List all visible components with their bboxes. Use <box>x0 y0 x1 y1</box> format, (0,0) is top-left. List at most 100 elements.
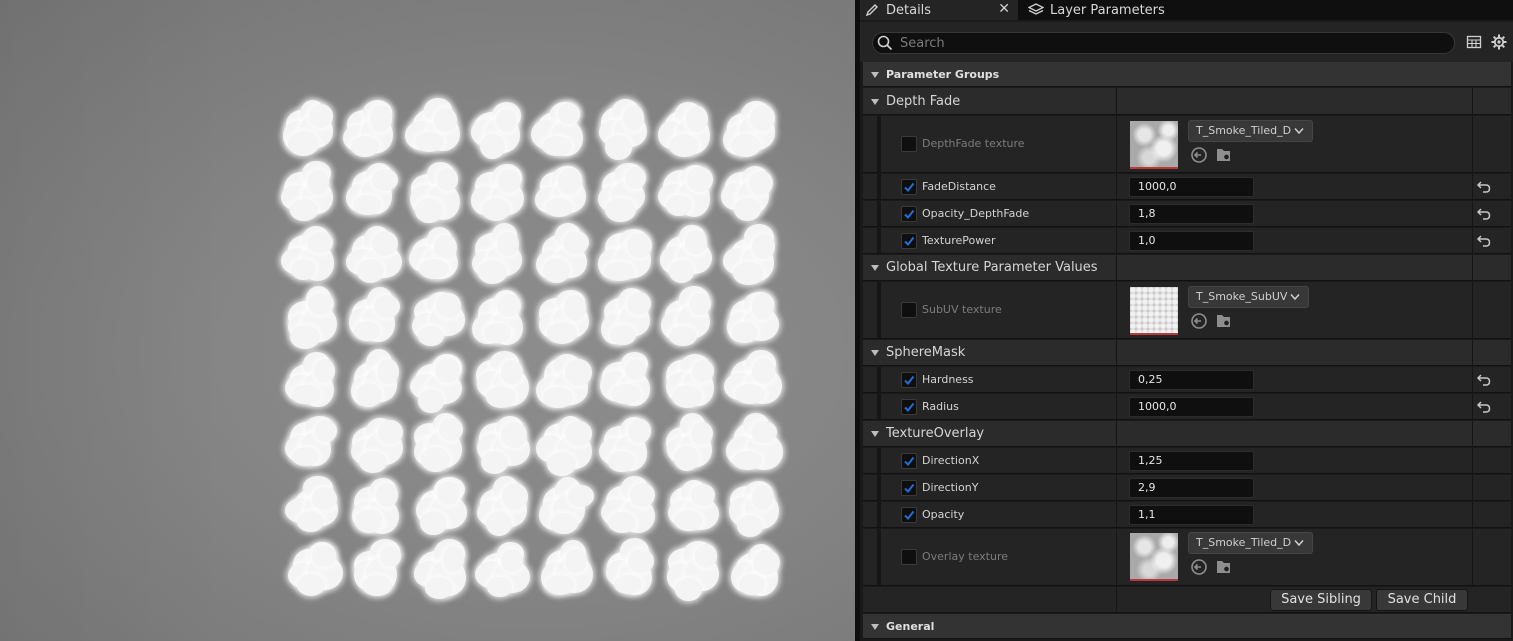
reset-to-default-icon[interactable] <box>1477 208 1491 220</box>
param-radius: Radius 1000,0 <box>863 394 1511 420</box>
reset-to-default-icon[interactable] <box>1477 181 1491 193</box>
caret-down-icon[interactable] <box>870 622 880 632</box>
viewport-shading <box>0 0 240 641</box>
group-global-texture[interactable]: Global Texture Parameter Values <box>863 255 1511 281</box>
caret-down-icon[interactable] <box>870 429 880 439</box>
chevron-down-icon <box>1294 540 1304 547</box>
parameter-groups-title: Parameter Groups <box>886 68 1000 81</box>
parameter-groups-header[interactable]: Parameter Groups <box>863 62 1511 87</box>
opacity-depthfade-checkbox[interactable] <box>901 206 917 222</box>
smoke-frame <box>346 411 404 473</box>
search-icon <box>877 35 893 55</box>
direction-y-checkbox[interactable] <box>901 480 917 496</box>
subuv-smoke-preview <box>278 96 794 604</box>
smoke-frame <box>283 474 341 534</box>
save-buttons-row: Save Sibling Save Child <box>863 587 1511 613</box>
save-child-button[interactable]: Save Child <box>1376 589 1468 611</box>
texture-asset-dropdown[interactable]: T_Smoke_SubUV <box>1188 286 1309 308</box>
smoke-frame <box>723 348 782 408</box>
hardness-checkbox[interactable] <box>901 372 917 388</box>
table-view-icon[interactable] <box>1466 34 1482 54</box>
smoke-frame <box>531 159 589 219</box>
hardness-label: Hardness <box>922 373 974 386</box>
direction-x-checkbox[interactable] <box>901 453 917 469</box>
smoke-frame <box>536 537 594 597</box>
depthfade-texture-checkbox[interactable] <box>901 136 917 152</box>
browse-asset-icon[interactable] <box>1215 312 1233 330</box>
smoke-frame <box>343 222 403 284</box>
smoke-frame <box>469 222 527 284</box>
smoke-frame <box>725 537 783 597</box>
reset-to-default-icon[interactable] <box>1477 374 1491 386</box>
texture-asset-dropdown[interactable]: T_Smoke_Tiled_D <box>1188 532 1313 554</box>
reset-to-default-icon[interactable] <box>1477 401 1491 413</box>
smoke-frame <box>408 348 466 414</box>
caret-down-icon[interactable] <box>870 97 880 107</box>
radius-checkbox[interactable] <box>901 399 917 415</box>
group-texture-overlay[interactable]: TextureOverlay <box>863 421 1511 447</box>
smoke-frame <box>530 96 588 157</box>
opacity-checkbox[interactable] <box>901 507 917 523</box>
param-opacity-depthfade: Opacity_DepthFade 1,8 <box>863 201 1511 227</box>
fade-distance-checkbox[interactable] <box>901 179 917 195</box>
radius-input[interactable]: 1000,0 <box>1129 397 1254 417</box>
browse-asset-icon[interactable] <box>1215 146 1233 164</box>
fade-distance-input[interactable]: 1000,0 <box>1129 177 1254 197</box>
group-sphere-mask-title: SphereMask <box>886 345 966 360</box>
subuv-texture-checkbox[interactable] <box>901 302 917 318</box>
tab-details[interactable]: Details ✕ <box>860 0 1018 20</box>
caret-down-icon[interactable] <box>870 348 880 358</box>
texture-asset-name: T_Smoke_Tiled_D <box>1196 536 1292 549</box>
direction-y-input[interactable]: 2,9 <box>1129 478 1254 498</box>
smoke-frame <box>404 96 462 156</box>
use-selected-asset-icon[interactable] <box>1190 558 1208 576</box>
smoke-frame <box>594 159 652 223</box>
overlay-texture-checkbox[interactable] <box>901 549 917 565</box>
smoke-frame <box>724 411 783 471</box>
smoke-frame <box>534 348 592 408</box>
chevron-down-icon <box>1290 294 1300 301</box>
texture-power-input[interactable]: 1,0 <box>1129 231 1254 251</box>
chevron-down-icon <box>1294 128 1304 135</box>
texture-power-checkbox[interactable] <box>901 233 917 249</box>
smoke-frame <box>595 222 653 282</box>
smoke-frame <box>724 474 782 538</box>
tab-details-label: Details <box>886 2 932 18</box>
opacity-depthfade-label: Opacity_DepthFade <box>922 207 1030 220</box>
smoke-frame <box>467 96 525 159</box>
tab-layer-parameters[interactable]: Layer Parameters <box>1024 0 1224 20</box>
browse-asset-icon[interactable] <box>1215 558 1233 576</box>
caret-down-icon[interactable] <box>870 263 880 273</box>
smoke-frame <box>662 537 720 602</box>
gear-icon[interactable] <box>1490 33 1508 55</box>
search-box <box>872 32 1455 54</box>
use-selected-asset-icon[interactable] <box>1190 146 1208 164</box>
smoke-frame <box>279 159 337 221</box>
general-header[interactable]: General <box>863 614 1511 639</box>
smoke-frame <box>661 411 719 471</box>
group-depth-fade[interactable]: Depth Fade <box>863 88 1511 115</box>
smoke-frame <box>656 96 714 158</box>
hardness-input[interactable]: 0,25 <box>1129 370 1254 390</box>
tab-bar: Details ✕ Layer Parameters <box>860 0 1513 20</box>
radius-label: Radius <box>922 400 959 413</box>
texture-thumbnail[interactable] <box>1130 121 1178 169</box>
depthfade-texture-label: DepthFade texture <box>922 137 1025 150</box>
group-sphere-mask[interactable]: SphereMask <box>863 340 1511 366</box>
reset-to-default-icon[interactable] <box>1477 235 1491 247</box>
direction-x-input[interactable]: 1,25 <box>1129 451 1254 471</box>
smoke-frame <box>472 474 530 537</box>
texture-thumbnail[interactable] <box>1130 287 1178 335</box>
opacity-input[interactable]: 1,1 <box>1129 505 1254 525</box>
close-icon[interactable]: ✕ <box>998 1 1010 17</box>
texture-asset-dropdown[interactable]: T_Smoke_Tiled_D <box>1188 120 1313 142</box>
use-selected-asset-icon[interactable] <box>1190 312 1208 330</box>
save-sibling-button[interactable]: Save Sibling <box>1270 589 1372 611</box>
search-input[interactable] <box>900 34 1440 52</box>
smoke-frame <box>344 285 402 345</box>
opacity-depthfade-input[interactable]: 1,8 <box>1129 204 1254 224</box>
texture-thumbnail[interactable] <box>1130 533 1178 581</box>
caret-down-icon[interactable] <box>870 70 880 80</box>
smoke-frame <box>406 222 464 282</box>
viewport[interactable] <box>0 0 855 641</box>
